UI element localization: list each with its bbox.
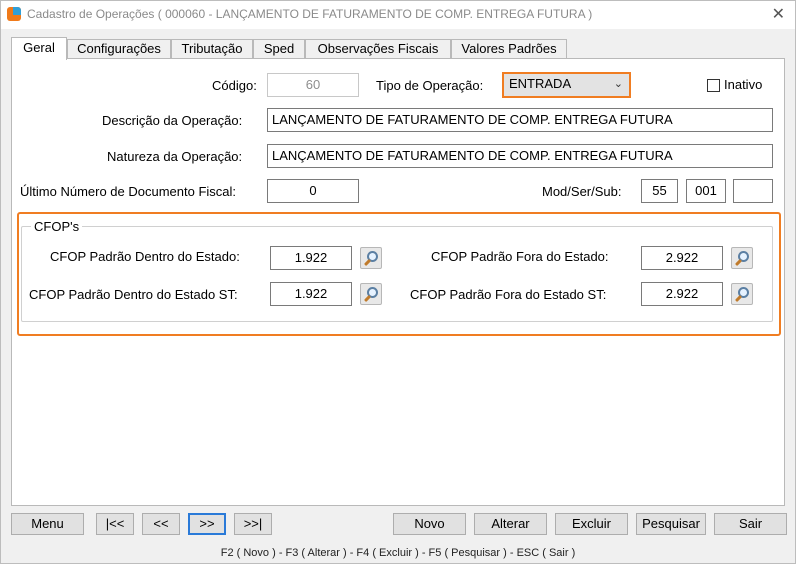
ser-field[interactable]: 001	[686, 179, 726, 203]
menu-button[interactable]: Menu	[11, 513, 84, 535]
next-record-button[interactable]: >>	[188, 513, 226, 535]
previous-record-button[interactable]: <<	[142, 513, 180, 535]
window-title: Cadastro de Operações ( 000060 - LANÇAME…	[27, 7, 593, 21]
tipo-operacao-label: Tipo de Operação:	[376, 78, 484, 93]
inativo-checkbox[interactable]	[707, 79, 720, 92]
close-icon[interactable]: ✕	[772, 4, 785, 24]
cfop-fora-field[interactable]: 2.922	[641, 246, 723, 270]
novo-button[interactable]: Novo	[393, 513, 466, 535]
descricao-label: Descrição da Operação:	[102, 113, 243, 128]
alterar-button[interactable]: Alterar	[474, 513, 547, 535]
cfop-dentro-st-field[interactable]: 1.922	[270, 282, 352, 306]
ultimo-numero-label: Último Número de Documento Fiscal:	[20, 184, 237, 199]
cfop-fora-search-button[interactable]	[731, 247, 753, 269]
descricao-field[interactable]: LANÇAMENTO DE FATURAMENTO DE COMP. ENTRE…	[267, 108, 773, 132]
pesquisar-button[interactable]: Pesquisar	[636, 513, 706, 535]
tab-configuracoes[interactable]: Configurações	[67, 39, 171, 59]
sair-button[interactable]: Sair	[714, 513, 787, 535]
mod-field[interactable]: 55	[641, 179, 678, 203]
chevron-down-icon: ⌄	[613, 78, 623, 90]
natureza-label: Natureza da Operação:	[107, 149, 243, 164]
inativo-label: Inativo	[724, 77, 763, 92]
cfop-fora-st-search-button[interactable]	[731, 283, 753, 305]
ultimo-numero-field[interactable]: 0	[267, 179, 359, 203]
codigo-field[interactable]: 60	[267, 73, 359, 97]
tab-observacoes-fiscais[interactable]: Observações Fiscais	[305, 39, 451, 59]
cfop-dentro-field[interactable]: 1.922	[270, 246, 352, 270]
cfop-fora-st-label: CFOP Padrão Fora do Estado ST:	[410, 287, 607, 302]
cfop-dentro-search-button[interactable]	[360, 247, 382, 269]
keyboard-shortcuts-hint: F2 ( Novo ) - F3 ( Alterar ) - F4 ( Excl…	[220, 547, 576, 559]
cfop-group-title: CFOP's	[31, 219, 83, 234]
tipo-operacao-value: ENTRADA	[509, 76, 572, 91]
tab-valores-padroes[interactable]: Valores Padrões	[451, 39, 567, 59]
natureza-field[interactable]: LANÇAMENTO DE FATURAMENTO DE COMP. ENTRE…	[267, 144, 773, 168]
tab-tributacao[interactable]: Tributação	[171, 39, 253, 59]
last-record-button[interactable]: >>|	[234, 513, 272, 535]
operations-window: Cadastro de Operações ( 000060 - LANÇAME…	[0, 0, 796, 564]
cfop-dentro-st-label: CFOP Padrão Dentro do Estado ST:	[29, 287, 238, 302]
tipo-operacao-select[interactable]: ENTRADA ⌄	[502, 72, 631, 98]
app-logo-icon	[7, 7, 21, 21]
tab-sped[interactable]: Sped	[253, 39, 305, 59]
cfop-fora-st-field[interactable]: 2.922	[641, 282, 723, 306]
sub-field[interactable]	[733, 179, 773, 203]
cfop-groupbox	[21, 226, 773, 322]
first-record-button[interactable]: |<<	[96, 513, 134, 535]
cfop-fora-label: CFOP Padrão Fora do Estado:	[431, 249, 609, 264]
cfop-dentro-st-search-button[interactable]	[360, 283, 382, 305]
mod-ser-sub-label: Mod/Ser/Sub:	[542, 184, 622, 199]
cfop-dentro-label: CFOP Padrão Dentro do Estado:	[50, 249, 240, 264]
excluir-button[interactable]: Excluir	[555, 513, 628, 535]
codigo-label: Código:	[212, 78, 257, 93]
title-bar: Cadastro de Operações ( 000060 - LANÇAME…	[1, 1, 795, 29]
tab-geral[interactable]: Geral	[11, 37, 67, 60]
